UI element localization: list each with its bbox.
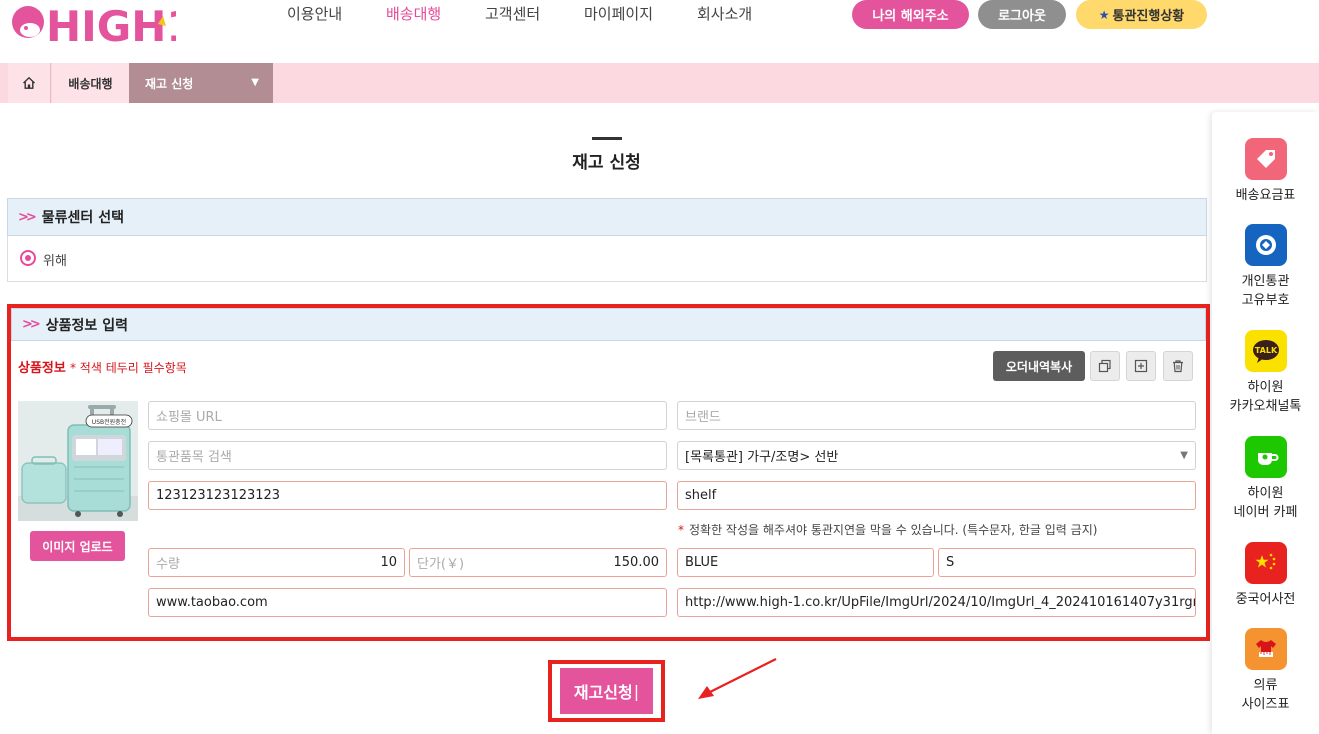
breadcrumb-current: 재고 신청 [145, 76, 194, 91]
image-url-value: http://www.high-1.co.kr/UpFile/ImgUrl/20… [685, 595, 1196, 610]
quick-naver-cafe[interactable]: 하이원 네이버 카페 [1212, 436, 1319, 522]
customs-status-button[interactable]: ★ 통관진행상황 [1076, 0, 1207, 29]
clothing-icon [1244, 628, 1287, 670]
image-upload-button[interactable]: 이미지 업로드 [30, 531, 125, 561]
page-title: 재고 신청 [572, 153, 641, 173]
quick-label: 개인통관 고유부호 [1241, 274, 1290, 308]
kakao-talk-icon: TALK [1244, 330, 1287, 372]
copy-order-button[interactable]: 오더내역복사 [993, 351, 1085, 381]
quantity-input[interactable]: 수량 10 [148, 548, 405, 577]
product-info-title: 상품정보 [18, 361, 66, 376]
home-icon [23, 76, 35, 89]
center-radio-weihai[interactable] [20, 250, 36, 266]
notice-text: 정확한 작성을 해주셔야 통관지연을 막을 수 있습니다. (특수문자, 한글 … [689, 523, 1098, 537]
quick-customs-id[interactable]: 개인통관 고유부호 [1212, 224, 1319, 310]
color-value: BLUE [685, 555, 719, 570]
shop-url-placeholder: 쇼핑몰 URL [156, 410, 222, 425]
text-cursor: | [633, 681, 640, 701]
quick-label: 배송요금표 [1235, 188, 1296, 203]
hs-search-placeholder: 통관품목 검색 [156, 450, 232, 465]
quick-clothing-size[interactable]: 의류 사이즈표 [1212, 628, 1319, 714]
input-notice: * 정확한 작성을 해주셔야 통관지연을 막을 수 있습니다. (특수문자, 한글… [678, 521, 1097, 538]
site-url-input[interactable]: www.taobao.com [148, 588, 667, 617]
delete-row-button[interactable] [1163, 351, 1193, 381]
caret-down-icon: ▼ [251, 77, 259, 88]
category-select[interactable]: [목록통관] 가구/조명> 선반 ▼ [677, 441, 1196, 470]
quick-shipping-rates[interactable]: 배송요금표 [1212, 138, 1319, 205]
nav-mypage[interactable]: 마이페이지 [584, 3, 653, 24]
nav-support[interactable]: 고객센터 [485, 3, 540, 24]
annotation-arrow-icon [698, 658, 777, 699]
breadcrumb-home[interactable] [8, 63, 51, 103]
nav-shipping[interactable]: 배송대행 [386, 3, 441, 24]
breadcrumb: 배송대행 재고 신청 ▼ [0, 63, 1319, 103]
unit-price-value: 150.00 [613, 555, 660, 570]
quick-label: 하이원 카카오채널톡 [1229, 380, 1302, 414]
product-panel-title: 상품정보 입력 [45, 317, 128, 334]
select-arrow-icon: ▼ [1180, 450, 1188, 461]
suitcase-image: USB전원충전 [18, 401, 138, 521]
color-input[interactable]: BLUE [677, 548, 934, 577]
double-chevron-icon: >> [18, 209, 37, 225]
logo-text: HIGH1 [46, 2, 176, 50]
quick-label: 중국어사전 [1235, 592, 1296, 607]
center-panel-title: 물류센터 선택 [41, 210, 124, 226]
quantity-value: 10 [380, 555, 397, 570]
plus-square-icon [1134, 359, 1148, 373]
quick-label: 하이원 네이버 카페 [1233, 486, 1298, 520]
nav-guide[interactable]: 이용안내 [287, 3, 342, 24]
title-accent-bar [592, 137, 622, 140]
item-name-value: shelf [685, 488, 717, 503]
site-url-value: www.taobao.com [156, 595, 268, 610]
naver-cafe-icon [1244, 436, 1287, 478]
product-thumbnail: USB전원충전 [18, 401, 138, 521]
required-note: * 적색 테두리 필수항목 [69, 361, 187, 375]
customs-code-value: 123123123123123 [156, 488, 281, 503]
customs-status-label: 통관진행상황 [1112, 9, 1185, 24]
unit-price-placeholder: 단가(￥) [417, 557, 465, 572]
copy-icon [1098, 359, 1111, 373]
customs-code-input[interactable]: 123123123123123 [148, 481, 667, 510]
site-logo[interactable]: HIGH1 [6, 0, 176, 50]
product-info-label: 상품정보 * 적색 테두리 필수항목 [18, 357, 187, 376]
thumbnail-caption: USB전원충전 [92, 418, 126, 426]
notice-asterisk: * [678, 523, 684, 537]
add-row-button[interactable] [1126, 351, 1156, 381]
product-panel-header: >> 상품정보 입력 [11, 308, 1206, 341]
size-value: S [946, 555, 955, 570]
category-value: [목록통관] 가구/조명> 선반 [685, 450, 839, 465]
unit-price-input[interactable]: 단가(￥) 150.00 [409, 548, 667, 577]
customs-id-icon [1244, 224, 1287, 266]
logout-button[interactable]: 로그아웃 [978, 0, 1066, 29]
quick-chinese-dictionary[interactable]: 중국어사전 [1212, 542, 1319, 609]
image-url-input[interactable]: http://www.high-1.co.kr/UpFile/ImgUrl/20… [677, 588, 1196, 617]
star-icon: ★ [1098, 7, 1110, 22]
quantity-placeholder: 수량 [156, 557, 180, 572]
center-radio-label: 위해 [43, 254, 67, 269]
svg-text:TALK: TALK [1254, 346, 1277, 355]
nav-company[interactable]: 회사소개 [697, 3, 752, 24]
double-chevron-icon: >> [22, 317, 41, 332]
size-input[interactable]: S [938, 548, 1196, 577]
breadcrumb-dropdown[interactable]: 재고 신청 ▼ [129, 63, 273, 103]
china-flag-icon [1244, 542, 1287, 584]
my-address-button[interactable]: 나의 해외주소 [852, 0, 969, 29]
duplicate-row-button[interactable] [1090, 351, 1120, 381]
shop-url-input[interactable]: 쇼핑몰 URL [148, 401, 667, 430]
quick-menu: 배송요금표 개인통관 고유부호 TALK 하이원 카카오채널톡 하이원 네이버 카페 … [1212, 112, 1319, 734]
stock-request-submit-button[interactable]: 재고신청 | [560, 668, 653, 714]
brand-placeholder: 브랜드 [685, 410, 721, 425]
item-name-input[interactable]: shelf [677, 481, 1196, 510]
site-header: HIGH1 이용안내 배송대행 고객센터 마이페이지 회사소개 나의 해외주소 … [0, 0, 1319, 63]
quick-kakao[interactable]: TALK 하이원 카카오채널톡 [1212, 330, 1319, 416]
submit-label: 재고신청 [573, 683, 633, 702]
breadcrumb-shipping[interactable]: 배송대행 [52, 63, 129, 103]
quick-label: 의류 사이즈표 [1241, 678, 1290, 712]
hs-search-input[interactable]: 통관품목 검색 [148, 441, 667, 470]
price-tag-icon [1244, 138, 1287, 180]
center-panel-header: >> 물류센터 선택 [7, 198, 1207, 236]
trash-icon [1173, 360, 1183, 373]
center-panel-body: 위해 [7, 236, 1207, 282]
brand-input[interactable]: 브랜드 [677, 401, 1196, 430]
